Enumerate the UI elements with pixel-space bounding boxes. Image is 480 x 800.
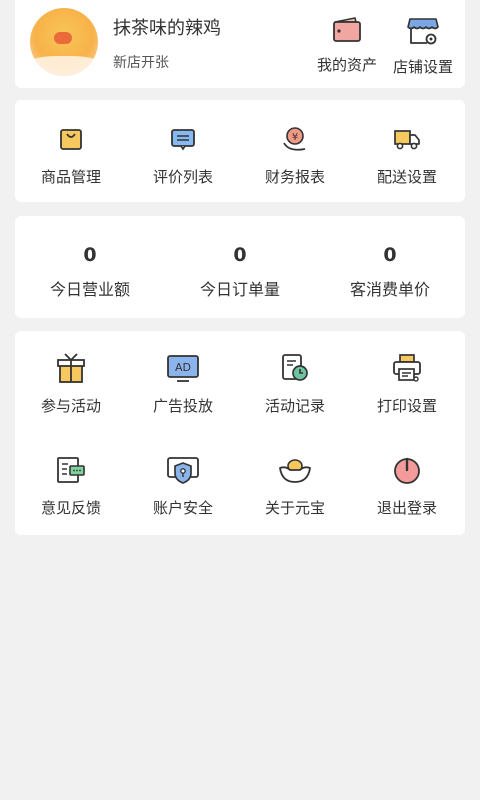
my-assets-button[interactable]: 我的资产 — [312, 16, 382, 75]
product-management-label: 商品管理 — [40, 168, 101, 186]
logout-label: 退出登录 — [376, 499, 437, 517]
profile-card: 抹茶味的辣鸡 新店开张 我的资产 店铺设置 — [15, 0, 465, 88]
account-security-label: 账户安全 — [152, 499, 213, 517]
finance-report-button[interactable]: ¥ 财务报表 — [239, 122, 351, 187]
today-revenue-value: 0 — [83, 244, 97, 266]
tools-card: 参与活动 AD 广告投放 活动记录 打印设置 意见反馈 账户安全 关于元宝 退出… — [15, 331, 465, 535]
logout-button[interactable]: 退出登录 — [351, 453, 463, 518]
ingot-icon — [278, 453, 312, 487]
svg-text:¥: ¥ — [292, 132, 298, 143]
delivery-truck-icon — [390, 122, 424, 156]
print-settings-label: 打印设置 — [376, 397, 437, 415]
avg-order-price-label: 客消费单价 — [349, 280, 430, 299]
activity-records-button[interactable]: 活动记录 — [239, 351, 351, 416]
quick-menu-card: 商品管理 评价列表 ¥ 财务报表 配送设置 — [15, 100, 465, 202]
shop-avatar[interactable] — [30, 8, 98, 76]
gift-icon — [54, 351, 88, 385]
printer-icon — [390, 351, 424, 385]
today-orders-label: 今日订单量 — [199, 280, 280, 299]
activity-records-label: 活动记录 — [264, 397, 325, 415]
store-settings-label: 店铺设置 — [392, 58, 453, 76]
wallet-icon — [333, 17, 361, 42]
store-settings-button[interactable]: 店铺设置 — [388, 16, 458, 77]
avatar-badge — [54, 32, 72, 44]
product-management-button[interactable]: 商品管理 — [15, 122, 127, 187]
about-yuanbao-button[interactable]: 关于元宝 — [239, 453, 351, 518]
today-revenue-stat[interactable]: 0 今日营业额 — [15, 244, 165, 300]
today-orders-value: 0 — [233, 244, 247, 266]
account-security-button[interactable]: 账户安全 — [127, 453, 239, 518]
security-shield-icon — [166, 453, 200, 487]
avg-order-price-stat[interactable]: 0 客消费单价 — [315, 244, 465, 300]
feedback-label: 意见反馈 — [40, 499, 101, 517]
stats-card: 0 今日营业额 0 今日订单量 0 客消费单价 — [15, 216, 465, 318]
review-list-button[interactable]: 评价列表 — [127, 122, 239, 187]
finance-report-label: 财务报表 — [264, 168, 325, 186]
avatar-wave — [30, 56, 98, 76]
store-settings-icon — [407, 18, 439, 45]
finance-icon: ¥ — [278, 122, 312, 156]
delivery-settings-label: 配送设置 — [376, 168, 437, 186]
comment-list-icon — [166, 122, 200, 156]
join-activity-button[interactable]: 参与活动 — [15, 351, 127, 416]
ad-placement-label: 广告投放 — [152, 397, 213, 415]
ad-icon: AD — [166, 351, 200, 385]
feedback-button[interactable]: 意见反馈 — [15, 453, 127, 518]
ad-placement-button[interactable]: AD 广告投放 — [127, 351, 239, 416]
review-list-label: 评价列表 — [152, 168, 213, 186]
my-assets-label: 我的资产 — [316, 56, 377, 74]
product-bag-icon — [54, 122, 88, 156]
activity-record-icon — [278, 351, 312, 385]
shop-status: 新店开张 — [113, 55, 169, 71]
shop-name: 抹茶味的辣鸡 — [113, 18, 221, 39]
ad-icon-text: AD — [175, 361, 191, 374]
join-activity-label: 参与活动 — [40, 397, 101, 415]
feedback-icon — [54, 453, 88, 487]
about-yuanbao-label: 关于元宝 — [264, 499, 325, 517]
avg-order-price-value: 0 — [383, 244, 397, 266]
print-settings-button[interactable]: 打印设置 — [351, 351, 463, 416]
today-orders-stat[interactable]: 0 今日订单量 — [165, 244, 315, 300]
today-revenue-label: 今日营业额 — [49, 280, 130, 299]
power-icon — [390, 453, 424, 487]
delivery-settings-button[interactable]: 配送设置 — [351, 122, 463, 187]
